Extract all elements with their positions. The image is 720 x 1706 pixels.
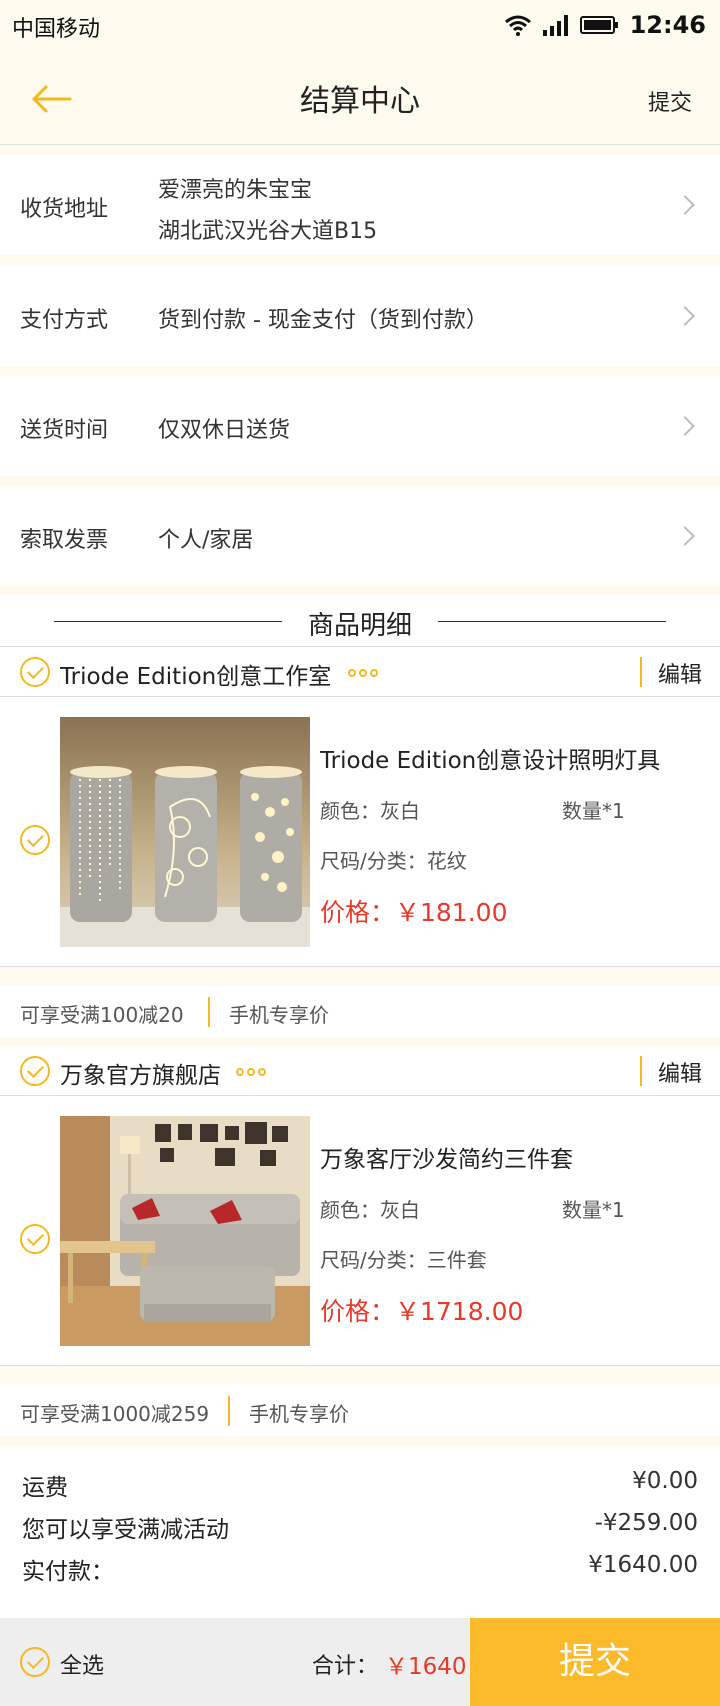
- page-title: 结算中心: [300, 84, 420, 119]
- more-dots-icon: [348, 669, 378, 677]
- address-row[interactable]: 收货地址 爱漂亮的朱宝宝 湖北武汉光谷大道B15: [0, 155, 720, 255]
- total-value: ￥1640: [385, 1654, 467, 1680]
- carrier-label: 中国移动: [12, 17, 101, 42]
- product-item[interactable]: 万象客厅沙发简约三件套 颜色：灰白 数量*1 尺码/分类：三件套 价格：￥171…: [0, 1096, 720, 1366]
- section-header: 商品明细: [0, 595, 720, 647]
- address-label: 收货地址: [20, 197, 109, 222]
- product-color: 颜色：灰白: [320, 1198, 420, 1222]
- navigation-bar: 结算中心 提交: [0, 52, 720, 145]
- section-title: 商品明细: [307, 611, 412, 641]
- shipping-row: 运费 ¥0.00: [22, 1468, 698, 1504]
- promo-text: 可享受满1000减259: [20, 1402, 210, 1426]
- product-name: Triode Edition创意设计照明灯具: [320, 748, 661, 774]
- product-quantity: 数量*1: [562, 1198, 625, 1222]
- discount-label: 您可以享受满减活动: [22, 1517, 229, 1543]
- divider: [640, 1056, 642, 1086]
- discount-value: -¥259.00: [594, 1510, 698, 1536]
- total-label: 合计：: [312, 1654, 379, 1679]
- edit-button[interactable]: 编辑: [658, 657, 702, 689]
- delivery-label: 送货时间: [20, 418, 109, 443]
- divider: [640, 657, 642, 687]
- paid-label: 实付款：: [22, 1559, 114, 1585]
- payment-row[interactable]: 支付方式 货到付款 - 现金支付（货到付款）: [0, 266, 720, 366]
- product-price: 价格：￥181.00: [320, 898, 508, 927]
- promo-row: 可享受满1000减259 手机专享价: [0, 1384, 720, 1436]
- promo-tag: 手机专享价: [229, 1003, 329, 1027]
- clock: 12:46: [629, 11, 706, 39]
- paid-row: 实付款： ¥1640.00: [22, 1552, 698, 1588]
- shop-header: 万象官方旗舰店 编辑: [0, 1046, 720, 1096]
- divider: [208, 997, 210, 1027]
- item-check-icon[interactable]: [20, 1224, 50, 1254]
- product-item[interactable]: Triode Edition创意设计照明灯具 颜色：灰白 数量*1 尺码/分类：…: [0, 697, 720, 967]
- product-size: 尺码/分类：三件套: [320, 1248, 487, 1272]
- chevron-right-icon: [675, 526, 695, 546]
- promo-row: 可享受满100减20 手机专享价: [0, 985, 720, 1037]
- shipping-value: ¥0.00: [632, 1468, 698, 1494]
- promo-tag: 手机专享价: [249, 1402, 349, 1426]
- more-dots-icon: [236, 1068, 266, 1076]
- item-check-icon[interactable]: [20, 825, 50, 855]
- select-all-check-icon[interactable]: [20, 1647, 50, 1677]
- delivery-row[interactable]: 送货时间 仅双休日送货: [0, 376, 720, 476]
- shop-check-icon[interactable]: [20, 657, 50, 687]
- discount-row: 您可以享受满减活动 -¥259.00: [22, 1510, 698, 1546]
- shop-check-icon[interactable]: [20, 1056, 50, 1086]
- wifi-icon: [504, 15, 531, 36]
- order-summary: 运费 ¥0.00 您可以享受满减活动 -¥259.00 实付款： ¥1640.0…: [0, 1446, 720, 1618]
- product-name: 万象客厅沙发简约三件套: [320, 1147, 573, 1173]
- product-quantity: 数量*1: [562, 799, 625, 823]
- header-submit-button[interactable]: 提交: [648, 85, 692, 117]
- divider: [228, 1396, 230, 1426]
- divider-right: [438, 621, 666, 622]
- product-image-sofa[interactable]: [60, 1116, 310, 1346]
- bottom-bar: 全选 合计： ￥1640 提交: [0, 1618, 720, 1706]
- submit-button[interactable]: 提交: [470, 1618, 720, 1706]
- chevron-right-icon: [675, 416, 695, 436]
- shop-header: Triode Edition创意工作室 编辑: [0, 647, 720, 697]
- select-all-label[interactable]: 全选: [60, 1648, 104, 1680]
- recipient-name: 爱漂亮的朱宝宝: [158, 178, 313, 203]
- status-icons: 12:46: [504, 8, 706, 42]
- status-bar: 中国移动 12:46: [0, 0, 720, 52]
- shipping-label: 运费: [22, 1475, 68, 1501]
- chevron-right-icon: [675, 195, 695, 215]
- invoice-row[interactable]: 索取发票 个人/家居: [0, 486, 720, 586]
- signal-icon: [542, 15, 568, 36]
- paid-value: ¥1640.00: [588, 1552, 698, 1578]
- invoice-label: 索取发票: [20, 528, 109, 553]
- payment-value: 货到付款 - 现金支付（货到付款）: [158, 308, 488, 333]
- shop-name[interactable]: Triode Edition创意工作室: [60, 657, 331, 691]
- delivery-value: 仅双休日送货: [158, 418, 291, 443]
- battery-icon: [579, 16, 618, 34]
- product-color: 颜色：灰白: [320, 799, 420, 823]
- product-size: 尺码/分类：花纹: [320, 849, 467, 873]
- payment-label: 支付方式: [20, 308, 109, 333]
- edit-button[interactable]: 编辑: [658, 1056, 702, 1088]
- chevron-right-icon: [675, 306, 695, 326]
- promo-text: 可享受满100减20: [20, 1003, 184, 1027]
- address-detail: 湖北武汉光谷大道B15: [158, 219, 378, 244]
- product-price: 价格：￥1718.00: [320, 1297, 524, 1326]
- invoice-value: 个人/家居: [158, 528, 254, 553]
- product-image-lamps[interactable]: [60, 717, 310, 947]
- shop-name[interactable]: 万象官方旗舰店: [60, 1056, 221, 1090]
